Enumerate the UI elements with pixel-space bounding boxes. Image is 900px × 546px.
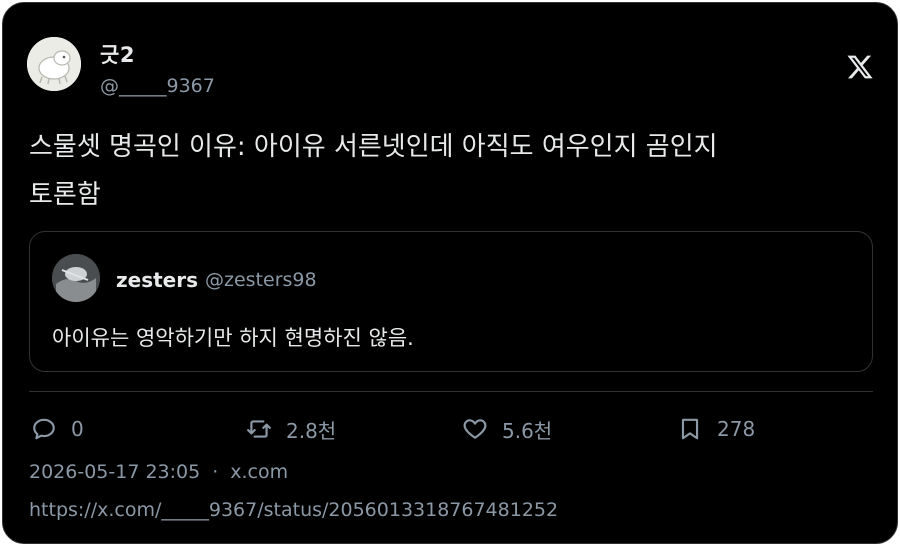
meta-separator: · <box>212 461 219 483</box>
reply-count: 0 <box>71 417 84 441</box>
like-button[interactable]: 5.6천 <box>462 413 552 445</box>
reply-button[interactable]: 0 <box>31 413 84 445</box>
tweet-text: 스물셋 명곡인 이유: 아이유 서른넷인데 아직도 여우인지 곰인지 토론함 <box>29 132 718 210</box>
x-logo-icon[interactable] <box>846 53 874 81</box>
retweet-count: 2.8천 <box>286 418 337 443</box>
author-display-name[interactable]: 긋2 <box>100 39 135 69</box>
retweet-icon <box>247 420 271 438</box>
quoted-author-avatar-image <box>52 254 100 302</box>
retweet-button[interactable]: 2.8천 <box>246 413 336 445</box>
bookmark-button[interactable]: 278 <box>677 413 755 445</box>
quoted-tweet[interactable]: zesters @zesters98 아이유는 영악하기만 하지 현명하진 않음… <box>29 231 873 372</box>
author-handle[interactable]: @_____9367 <box>100 75 215 97</box>
author-avatar[interactable] <box>27 37 81 91</box>
like-count: 5.6천 <box>502 418 553 443</box>
quoted-author-handle[interactable]: @zesters98 <box>205 269 317 291</box>
source-link[interactable]: x.com <box>230 461 288 483</box>
heart-icon <box>463 419 487 439</box>
bookmark-icon <box>681 418 699 440</box>
bookmark-count: 278 <box>717 417 756 441</box>
author-avatar-image <box>27 37 81 91</box>
reply-icon <box>33 418 55 440</box>
tweet-url[interactable]: https://x.com/_____9367/status/205601331… <box>29 499 558 521</box>
quoted-author-avatar[interactable] <box>52 254 100 302</box>
divider <box>29 391 873 392</box>
timestamp[interactable]: 2026-05-17 23:05 <box>29 461 200 483</box>
quoted-tweet-text: 아이유는 영악하기만 하지 현명하진 않음. <box>52 326 414 350</box>
tweet-card: 긋2 @_____9367 스물셋 명곡인 이유: 아이유 서른넷인데 아직도 … <box>2 2 898 544</box>
quoted-author-display-name[interactable]: zesters <box>116 268 198 292</box>
tweet-meta: 2026-05-17 23:05 · x.com <box>29 461 288 483</box>
